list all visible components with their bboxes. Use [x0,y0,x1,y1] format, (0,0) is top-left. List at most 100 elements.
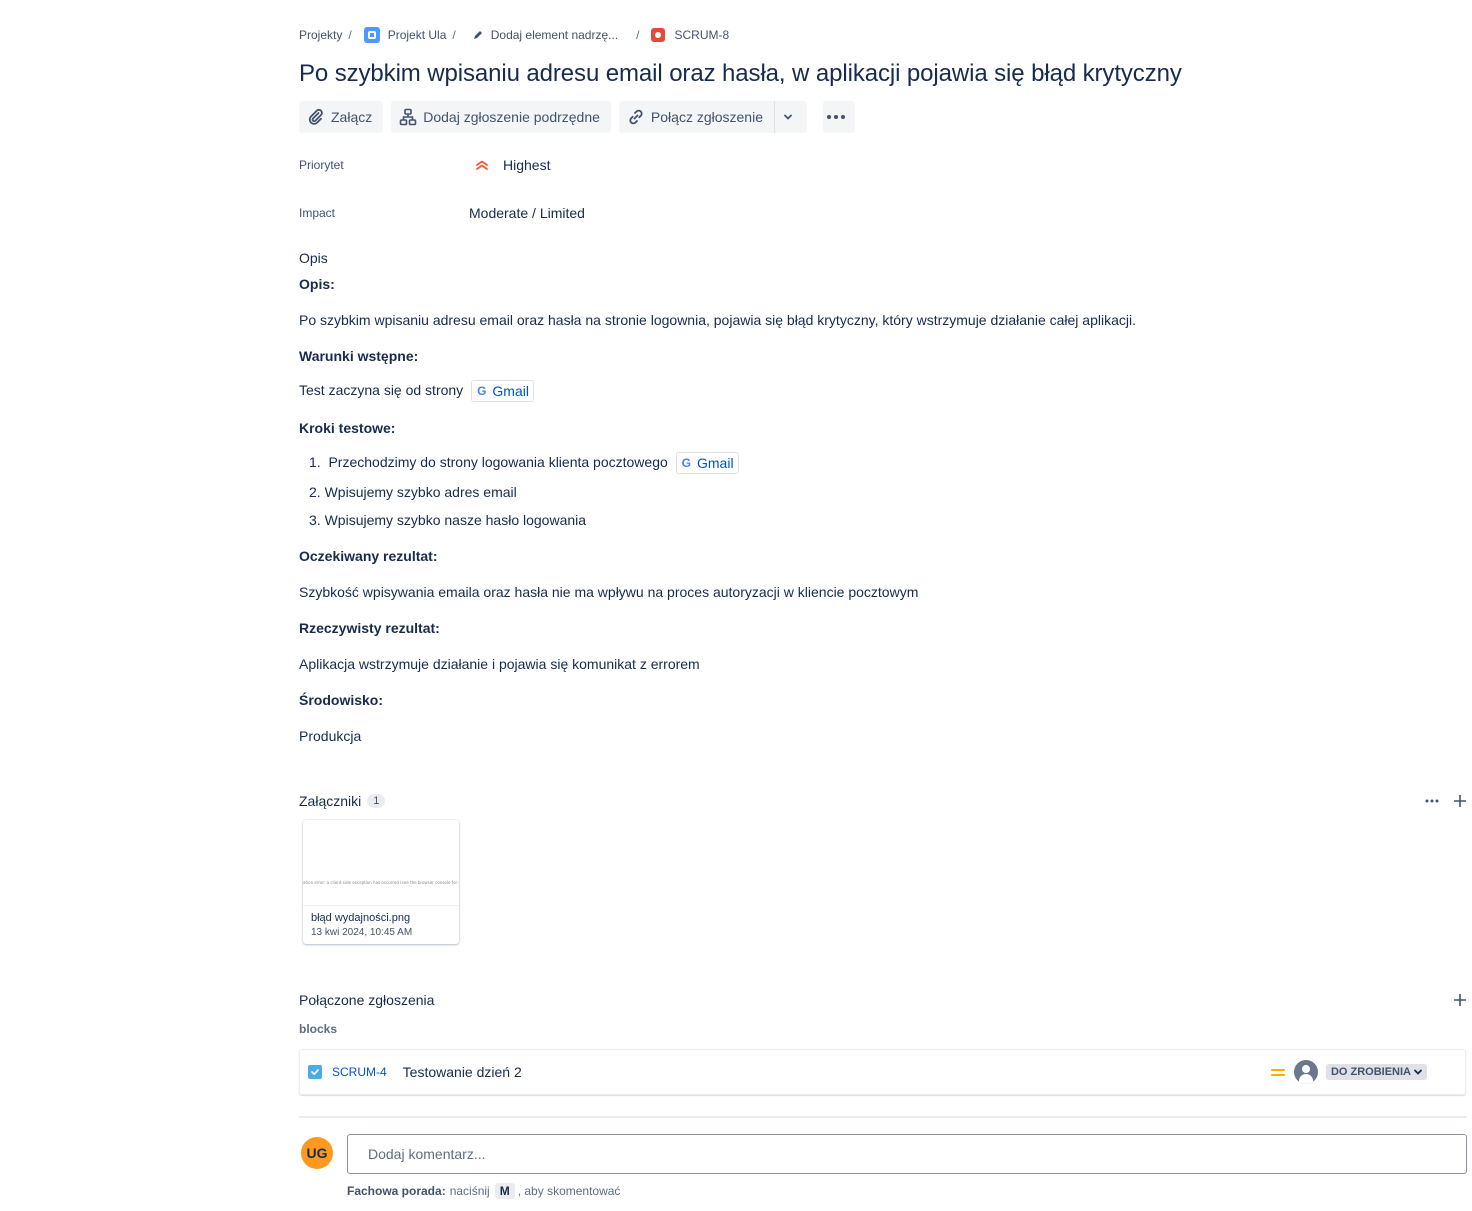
linked-issue-meta: DO ZROBIENIA [1270,1060,1457,1084]
description-text: Po szybkim wpisaniu adresu email oraz ha… [299,312,1136,328]
more-icon [1425,799,1439,803]
issue-toolbar: Załącz Dodaj zgłoszenie podrzędne Połącz… [299,101,863,133]
user-avatar: UG [301,1137,333,1169]
pro-tip-pre: naciśnij [449,1184,490,1198]
project-icon [363,27,380,43]
breadcrumb-parent[interactable]: Dodaj element nadrzę... [472,28,618,42]
linked-issue-summary: Testowanie dzień 2 [402,1064,522,1080]
attachments-more-button[interactable] [1425,799,1439,803]
breadcrumb: Projekty / Projekt Ula / Dodaj element n… [299,26,729,44]
pro-tip-label: Fachowa porada: [347,1184,446,1198]
attachment-name: błąd wydajności.png [311,912,411,924]
plus-icon [1454,795,1466,807]
step-item: 2. Wpisujemy szybko adres email [309,484,517,500]
plus-icon [1454,994,1466,1006]
more-icon [826,115,845,119]
pencil-icon [473,31,482,39]
breadcrumb-project-label: Projekt Ula [387,28,447,42]
link-issue-label: Połącz zgłoszenie [650,109,763,125]
pro-tip-post: , aby skomentować [517,1184,621,1198]
step-item: 1. Przechodzimy do strony logowania klie… [309,452,739,474]
paperclip-icon [308,108,323,125]
expected-heading: Oczekiwany rezultat: [299,548,438,564]
bug-icon [651,28,666,42]
description-section-label: Opis [299,250,328,266]
priority-field: Priorytet Highest [299,157,550,173]
chevron-down-icon [784,114,792,120]
impact-label: Impact [299,206,336,220]
gmail-smart-link[interactable]: G Gmail [675,452,739,474]
more-actions-button[interactable] [822,101,855,133]
hierarchy-icon [399,108,417,126]
chevron-down-icon [1414,1069,1422,1075]
attachment-date: 13 kwi 2024, 10:45 AM [311,927,413,938]
preconditions-heading: Warunki wstępne: [299,348,419,364]
breadcrumb-separator: / [636,28,640,42]
add-child-button[interactable]: Dodaj zgłoszenie podrzędne [391,101,611,133]
step-number: 1. [309,454,321,470]
attachment-info: błąd wydajności.png 13 kwi 2024, 10:45 A… [303,906,459,944]
link-icon [629,109,643,125]
unassigned-avatar-icon[interactable] [1293,1060,1318,1084]
step-number: 2. [309,484,321,500]
attach-label: Załącz [331,109,373,125]
attachments-label: Załączniki [299,793,362,809]
preconditions-paragraph: Test zaczyna się od strony G Gmail [299,380,534,402]
attachment-thumbnail: ation error: a client-side exception has… [303,820,459,906]
breadcrumb-separator: / [452,28,456,42]
breadcrumb-projects[interactable]: Projekty [299,28,342,42]
attachments-count: 1 [367,794,386,808]
gmail-link-label: Gmail [492,383,529,399]
google-icon: G [681,456,691,470]
linked-issues-header: Połączone zgłoszenia [299,992,1467,1008]
add-child-label: Dodaj zgłoszenie podrzędne [423,109,600,125]
gmail-link-label: Gmail [697,455,734,471]
environment-text: Produkcja [299,728,362,744]
step-number: 3. [309,512,321,528]
attachments-actions [1425,794,1467,808]
preconditions-text: Test zaczyna się od strony [299,382,464,398]
priority-label: Priorytet [299,158,344,172]
link-issue-dropdown[interactable] [774,101,807,133]
attachments-header: Załączniki 1 [299,793,1467,809]
link-issue-button[interactable]: Połącz zgłoszenie [618,101,775,133]
step-item: 3. Wpisujemy szybko nasze hasło logowani… [309,512,586,528]
attachment-preview-text: ation error: a client-side exception has… [303,880,459,885]
priority-value[interactable]: Highest [469,157,550,173]
add-linked-issue-button[interactable] [1453,993,1467,1007]
divider [299,1116,1467,1118]
priority-highest-icon [476,160,488,170]
breadcrumb-parent-label: Dodaj element nadrzę... [490,28,619,42]
gmail-smart-link[interactable]: G Gmail [471,380,534,402]
steps-heading: Kroki testowe: [299,420,396,436]
breadcrumb-issue-key: SCRUM-8 [674,28,730,42]
pro-tip: Fachowa porada: naciśnij M , aby skoment… [347,1183,620,1199]
linked-issues-actions [1453,993,1467,1007]
keyboard-shortcut: M [494,1183,515,1199]
breadcrumb-project[interactable]: Projekt Ula [363,27,447,43]
actual-heading: Rzeczywisty rezultat: [299,620,440,636]
priority-text: Highest [503,157,551,173]
attach-button[interactable]: Załącz [299,101,384,133]
impact-value[interactable]: Moderate / Limited [469,205,585,221]
add-attachment-button[interactable] [1453,794,1467,808]
description-heading: Opis: [299,276,335,292]
linked-issue-key[interactable]: SCRUM-4 [332,1065,387,1079]
google-icon: G [477,384,487,398]
breadcrumb-issue[interactable]: SCRUM-8 [645,28,729,42]
step-text: Wpisujemy szybko adres email [324,484,517,500]
attachment-card[interactable]: ation error: a client-side exception has… [303,820,459,944]
environment-heading: Środowisko: [299,692,384,708]
link-type-label: blocks [299,1022,338,1036]
status-label: DO ZROBIENIA [1330,1066,1411,1078]
priority-medium-icon [1270,1068,1285,1076]
issue-title[interactable]: Po szybkim wpisaniu adresu email oraz ha… [299,60,1182,88]
actual-text: Aplikacja wstrzymuje działanie i pojawia… [299,656,700,672]
status-dropdown[interactable]: DO ZROBIENIA [1325,1064,1427,1080]
comment-input[interactable] [347,1134,1467,1174]
expected-text: Szybkość wpisywania emaila oraz hasła ni… [299,584,919,600]
breadcrumb-separator: / [348,28,352,42]
linked-issue-row[interactable]: SCRUM-4 Testowanie dzień 2 DO ZROBIENIA [299,1049,1466,1095]
linked-issues-label: Połączone zgłoszenia [299,992,435,1008]
impact-field: Impact Moderate / Limited [299,205,585,221]
